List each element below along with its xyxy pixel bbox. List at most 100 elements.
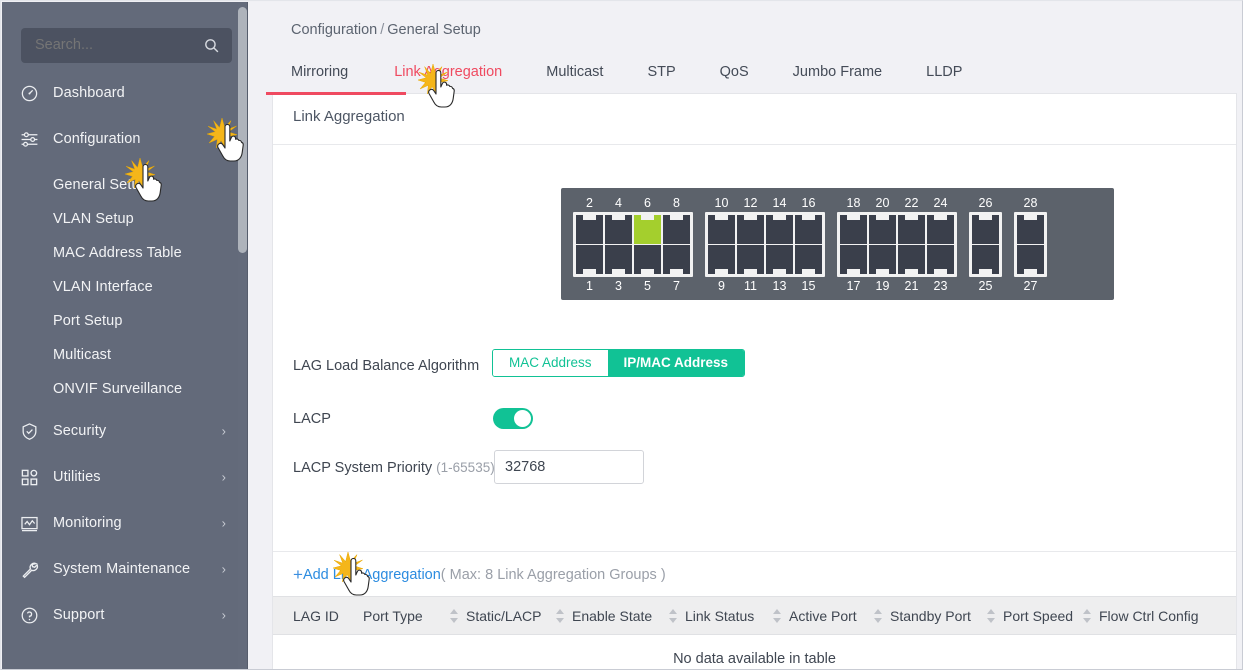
port-13[interactable] <box>766 245 793 274</box>
sort-icon[interactable] <box>987 609 995 623</box>
port-16[interactable] <box>795 215 822 244</box>
th-link-status[interactable]: Link Status <box>685 608 754 624</box>
sidebar-item-dashboard[interactable]: Dashboard <box>2 76 248 110</box>
lacp-priority-input[interactable] <box>494 450 644 484</box>
th-port-speed[interactable]: Port Speed <box>1003 608 1073 624</box>
port-column: 2 1 <box>576 196 603 293</box>
port-19[interactable] <box>869 245 896 274</box>
sidebar-item-mac-address-table[interactable]: MAC Address Table <box>2 236 248 270</box>
sidebar-item-configuration[interactable]: Configuration <box>2 122 248 156</box>
rj45-icon <box>634 245 661 274</box>
port-27[interactable] <box>1017 245 1044 274</box>
tab-qos[interactable]: QoS <box>698 59 771 85</box>
seg-ip-mac-address[interactable]: IP/MAC Address <box>607 350 745 376</box>
port-14[interactable] <box>766 215 793 244</box>
sidebar-scrollbar-thumb[interactable] <box>238 7 247 253</box>
port-15[interactable] <box>795 245 822 274</box>
lacp-label: LACP <box>293 411 331 427</box>
rj45-icon <box>766 215 793 244</box>
port-9[interactable] <box>708 245 735 274</box>
rj45-icon <box>708 245 735 274</box>
tab-lldp[interactable]: LLDP <box>904 59 984 85</box>
port-number-label: 18 <box>846 196 861 210</box>
sidebar-item-vlan-interface[interactable]: VLAN Interface <box>2 270 248 304</box>
breadcrumb-root[interactable]: Configuration <box>291 22 377 38</box>
lag-algorithm-label: LAG Load Balance Algorithm <box>293 358 480 374</box>
add-link-aggregation-button[interactable]: Add Link Aggregation <box>303 567 441 583</box>
chevron-right-icon: › <box>221 423 226 439</box>
port-24[interactable] <box>927 215 954 244</box>
toggle-knob <box>514 410 531 427</box>
search-box[interactable] <box>21 28 232 63</box>
search-input[interactable] <box>35 28 200 63</box>
section-divider <box>273 551 1236 552</box>
sidebar-item-system-maintenance[interactable]: System Maintenance › <box>2 552 248 586</box>
port-5[interactable] <box>634 245 661 274</box>
sidebar-item-monitoring[interactable]: Monitoring › <box>2 506 248 540</box>
tab-mirroring[interactable]: Mirroring <box>291 59 372 85</box>
tab-multicast[interactable]: Multicast <box>524 59 625 85</box>
port-2[interactable] <box>576 215 603 244</box>
port-21[interactable] <box>898 245 925 274</box>
rj45-icon <box>927 245 954 274</box>
port-28[interactable] <box>1017 215 1044 244</box>
port-number-label: 14 <box>772 196 787 210</box>
th-port-type[interactable]: Port Type <box>363 608 423 624</box>
tab-link-aggregation[interactable]: Link Aggregation <box>372 59 524 85</box>
sidebar-item-onvif-surveillance[interactable]: ONVIF Surveillance <box>2 372 248 406</box>
sidebar-nav: Dashboard Configuration General Setup VL… <box>2 76 248 644</box>
port-20[interactable] <box>869 215 896 244</box>
sort-icon[interactable] <box>1083 609 1091 623</box>
port-number-label: 22 <box>904 196 919 210</box>
th-active-port[interactable]: Active Port <box>789 608 857 624</box>
lacp-toggle[interactable] <box>493 408 533 429</box>
th-standby-port[interactable]: Standby Port <box>890 608 971 624</box>
tab-jumbo-frame[interactable]: Jumbo Frame <box>771 59 904 85</box>
sidebar-item-general-setup[interactable]: General Setup <box>2 168 248 202</box>
rj45-icon <box>972 215 999 244</box>
port-12[interactable] <box>737 215 764 244</box>
sort-icon[interactable] <box>556 609 564 623</box>
sidebar-item-support[interactable]: Support › <box>2 598 248 632</box>
port-4[interactable] <box>605 215 632 244</box>
port-3[interactable] <box>605 245 632 274</box>
sidebar-item-utilities[interactable]: Utilities › <box>2 460 248 494</box>
port-17[interactable] <box>840 245 867 274</box>
port-26[interactable] <box>972 215 999 244</box>
breadcrumb: Configuration / General Setup <box>291 22 481 38</box>
th-flow-ctrl-config[interactable]: Flow Ctrl Config <box>1099 608 1199 624</box>
th-lag-id[interactable]: LAG ID <box>293 608 339 624</box>
port-group-5: 28 27 <box>1014 196 1047 293</box>
sort-icon[interactable] <box>450 609 458 623</box>
port-7[interactable] <box>663 245 690 274</box>
th-enable-state[interactable]: Enable State <box>572 608 652 624</box>
sidebar-item-port-setup[interactable]: Port Setup <box>2 304 248 338</box>
tab-stp[interactable]: STP <box>625 59 697 85</box>
port-1[interactable] <box>576 245 603 274</box>
port-10[interactable] <box>708 215 735 244</box>
sidebar-item-label: General Setup <box>53 177 148 193</box>
rj45-icon <box>898 215 925 244</box>
port-number-label: 4 <box>615 196 622 210</box>
port-11[interactable] <box>737 245 764 274</box>
seg-mac-address[interactable]: MAC Address <box>493 350 608 376</box>
port-22[interactable] <box>898 215 925 244</box>
port-23[interactable] <box>927 245 954 274</box>
port-8[interactable] <box>663 215 690 244</box>
port-number-label: 6 <box>644 196 651 210</box>
sliders-icon <box>19 129 39 149</box>
sidebar-item-label: MAC Address Table <box>53 245 182 261</box>
sort-icon[interactable] <box>669 609 677 623</box>
port-column: 26 25 <box>972 196 999 293</box>
sidebar-item-vlan-setup[interactable]: VLAN Setup <box>2 202 248 236</box>
sidebar-item-multicast[interactable]: Multicast <box>2 338 248 372</box>
sort-icon[interactable] <box>773 609 781 623</box>
sidebar-item-security[interactable]: Security › <box>2 414 248 448</box>
port-18[interactable] <box>840 215 867 244</box>
port-25[interactable] <box>972 245 999 274</box>
port-column: 22 21 <box>898 196 925 293</box>
sort-icon[interactable] <box>874 609 882 623</box>
port-6[interactable] <box>634 215 661 244</box>
th-static-lacp[interactable]: Static/LACP <box>466 608 541 624</box>
port-number-label: 25 <box>978 279 993 293</box>
